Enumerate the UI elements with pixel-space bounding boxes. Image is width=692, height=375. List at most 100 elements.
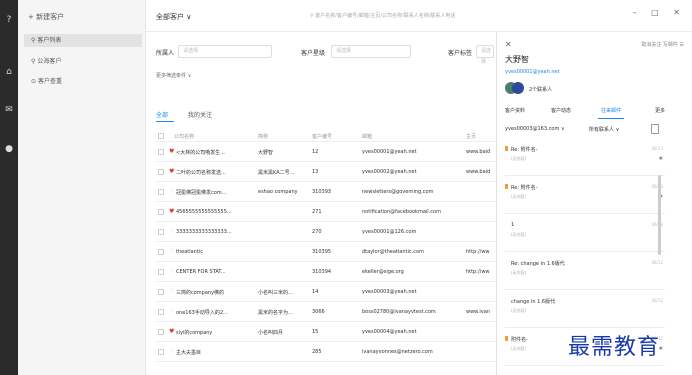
table-row[interactable]: ♡ 主大夫墨目 285 ivanayvonnes@netzero.com (156, 343, 516, 362)
tab-following[interactable]: 我的关注 (188, 112, 212, 119)
mail-item[interactable]: Re: change in 1.6版代 (无内容) 06/12 (505, 256, 665, 290)
column-header-name[interactable]: 公司名称 (174, 133, 194, 140)
heart-filled-icon[interactable]: ♥ (169, 328, 174, 336)
table-row[interactable]: ♥ 4565555555555555... 271 notification@face… (156, 203, 516, 222)
company-name[interactable]: theatlantic (176, 249, 256, 255)
heart-outline-icon[interactable]: ♡ (169, 348, 174, 356)
customer-name: 大野智 (505, 55, 529, 64)
tab-all[interactable]: 全部 (156, 112, 168, 119)
tab-emails[interactable]: 往来邮件 (601, 107, 621, 114)
mail-icon[interactable]: ✉ (3, 104, 15, 116)
table-row[interactable]: ♡ 三简的company佛的 小名叫三米的... 14 yves00003@yeah.n… (156, 283, 516, 302)
person-icon[interactable]: ● (3, 143, 15, 155)
table-row[interactable]: ♥ 二叶的公司名称发送... 黑米黑KA二号... 13 yves00002@yeah.… (156, 163, 516, 182)
contact-count[interactable]: 2个联系人 (529, 86, 552, 93)
sidebar-item-customer-list[interactable]: ⚲ 客户列表 (24, 34, 142, 47)
heart-outline-icon[interactable]: ♡ (169, 308, 174, 316)
home-icon[interactable]: ⌂ (3, 66, 15, 78)
heart-filled-icon[interactable]: ♥ (169, 208, 174, 216)
mail-subject: Re: change in 1.6版代 (511, 261, 565, 267)
company-name[interactable]: 4565555555555555... (176, 209, 256, 215)
table-row[interactable]: ♡ 冠冕佛冠冕佛发com... eshao company 310393 newslet… (156, 183, 516, 202)
row-checkbox[interactable] (158, 189, 164, 195)
company-name[interactable]: 主大夫墨目 (176, 349, 256, 356)
company-name[interactable]: <大林的公司哦发生... (176, 149, 256, 156)
owner-filter-select[interactable]: 请选择 (178, 45, 272, 58)
email[interactable]: yves00002@yeah.net (362, 169, 462, 175)
mail-from-select[interactable]: yves00003@163.com ∨ (505, 126, 565, 132)
table-row[interactable]: ♥ <大林的公司哦发生... 大野智 12 yves00001@yeah.net www.… (156, 143, 516, 162)
tab-customer-info[interactable]: 客户资料 (505, 107, 525, 114)
email[interactable]: newsletters@governing.com (362, 189, 462, 195)
row-checkbox[interactable] (158, 169, 164, 175)
heart-filled-icon[interactable]: ♥ (169, 168, 174, 176)
email[interactable]: notification@facebookmail.com (362, 209, 462, 215)
select-all-checkbox[interactable] (158, 133, 164, 139)
table-row[interactable]: ♡ CENTER FOR STAT... 310394 ekeller@sige.or… (156, 263, 516, 282)
row-checkbox[interactable] (158, 309, 164, 315)
sidebar-item-duplicate-check[interactable]: ⊙ 客户查重 (24, 75, 142, 88)
tag-filter-select[interactable]: 请选择 (476, 45, 494, 65)
column-header-home[interactable]: 主页 (466, 133, 476, 140)
column-header-short[interactable]: 简称 (258, 133, 268, 140)
attachment-flag-icon (505, 146, 508, 151)
level-filter-select[interactable]: 请选择 (331, 45, 411, 58)
company-name[interactable]: 冠冕佛冠冕佛发com... (176, 189, 256, 196)
email[interactable]: ekeller@sige.org (362, 269, 462, 275)
mail-item[interactable]: 1(无内容)06/13 (505, 218, 665, 252)
table-row[interactable]: ♡ theatlantic 310395 dtaylor@theatlantic.co… (156, 243, 516, 262)
more-filters-toggle[interactable]: 更多筛选条件 ∨ (156, 72, 191, 79)
email[interactable]: yves00003@yeah.net (362, 289, 462, 295)
company-name[interactable]: 三简的company佛的 (176, 289, 256, 296)
heart-outline-icon[interactable]: ♡ (169, 248, 174, 256)
company-name[interactable]: 二叶的公司名称发送... (176, 169, 256, 176)
company-name[interactable]: CENTER FOR STAT... (176, 269, 256, 275)
row-checkbox[interactable] (158, 149, 164, 155)
email[interactable]: yves00004@yeah.net (362, 329, 462, 335)
customer-email[interactable]: yves00001@yeah.net (505, 69, 560, 75)
menu-icon[interactable]: ☰ (680, 42, 684, 48)
mail-item[interactable]: Re: 附件名-(无内容)06/13✱ (505, 142, 665, 176)
email[interactable]: dtaylor@theatlantic.com (362, 249, 462, 255)
mail-list-scrollbar[interactable] (658, 175, 661, 255)
tab-more[interactable]: 更多 (655, 107, 665, 114)
heart-outline-icon[interactable]: ♡ (169, 268, 174, 276)
heart-outline-icon[interactable]: ♡ (169, 288, 174, 296)
panel-actions[interactable]: 取消关注 写邮件 ☰ (641, 41, 684, 48)
sidebar-item-public-customers[interactable]: ⚲ 公海客户 (24, 55, 142, 68)
mail-item[interactable]: Re: 附件名-(无内容)06/13✱ (505, 180, 665, 214)
contact-select[interactable]: 所有联系人 ∨ (589, 126, 619, 133)
heart-outline-icon[interactable]: ♡ (169, 188, 174, 196)
row-checkbox[interactable] (158, 269, 164, 275)
heart-filled-icon[interactable]: ♥ (169, 148, 174, 156)
table-row[interactable]: ♡ one163手动导入的2... 黑米的名字为... 3066 boss02780@i… (156, 303, 516, 322)
table-row[interactable]: ♡ 3333333333333333... 270 yves00001@126.com (156, 223, 516, 242)
email[interactable]: boss02780@ivanayvtest.com (362, 309, 462, 315)
company-name[interactable]: siyi的company (176, 329, 256, 336)
help-icon[interactable]: ? (3, 14, 15, 26)
panel-action-links[interactable]: 取消关注 写邮件 (641, 42, 678, 48)
pin-icon[interactable]: ✱ (659, 156, 663, 162)
email[interactable]: yves00001@yeah.net (362, 149, 462, 155)
row-checkbox[interactable] (158, 349, 164, 355)
close-icon[interactable]: ✕ (505, 40, 512, 49)
heart-outline-icon[interactable]: ♡ (169, 228, 174, 236)
attachment-filter-icon[interactable] (651, 124, 659, 134)
new-customer-button[interactable]: + 新建客户 (28, 12, 64, 22)
column-header-email[interactable]: 邮箱 (362, 133, 372, 140)
company-name[interactable]: one163手动导入的2... (176, 309, 256, 316)
email[interactable]: ivanayvonnes@netzero.com (362, 349, 462, 355)
short-name: 黑米的名字为... (258, 310, 293, 316)
tab-customer-activity[interactable]: 客户动态 (551, 107, 571, 114)
row-checkbox[interactable] (158, 329, 164, 335)
row-checkbox[interactable] (158, 209, 164, 215)
mail-item[interactable]: change in 1.6版代 (无内容) 06/12 (505, 294, 665, 328)
row-checkbox[interactable] (158, 289, 164, 295)
email[interactable]: yves00001@126.com (362, 229, 462, 235)
company-name[interactable]: 3333333333333333... (176, 229, 256, 235)
row-checkbox[interactable] (158, 249, 164, 255)
row-checkbox[interactable] (158, 229, 164, 235)
table-row[interactable]: ♥ siyi的company 小名叫四月 15 yves00004@yeah.net (156, 323, 516, 342)
window-controls[interactable]: – □ ✕ (633, 8, 686, 17)
column-header-id[interactable]: 客户编号 (312, 133, 332, 140)
